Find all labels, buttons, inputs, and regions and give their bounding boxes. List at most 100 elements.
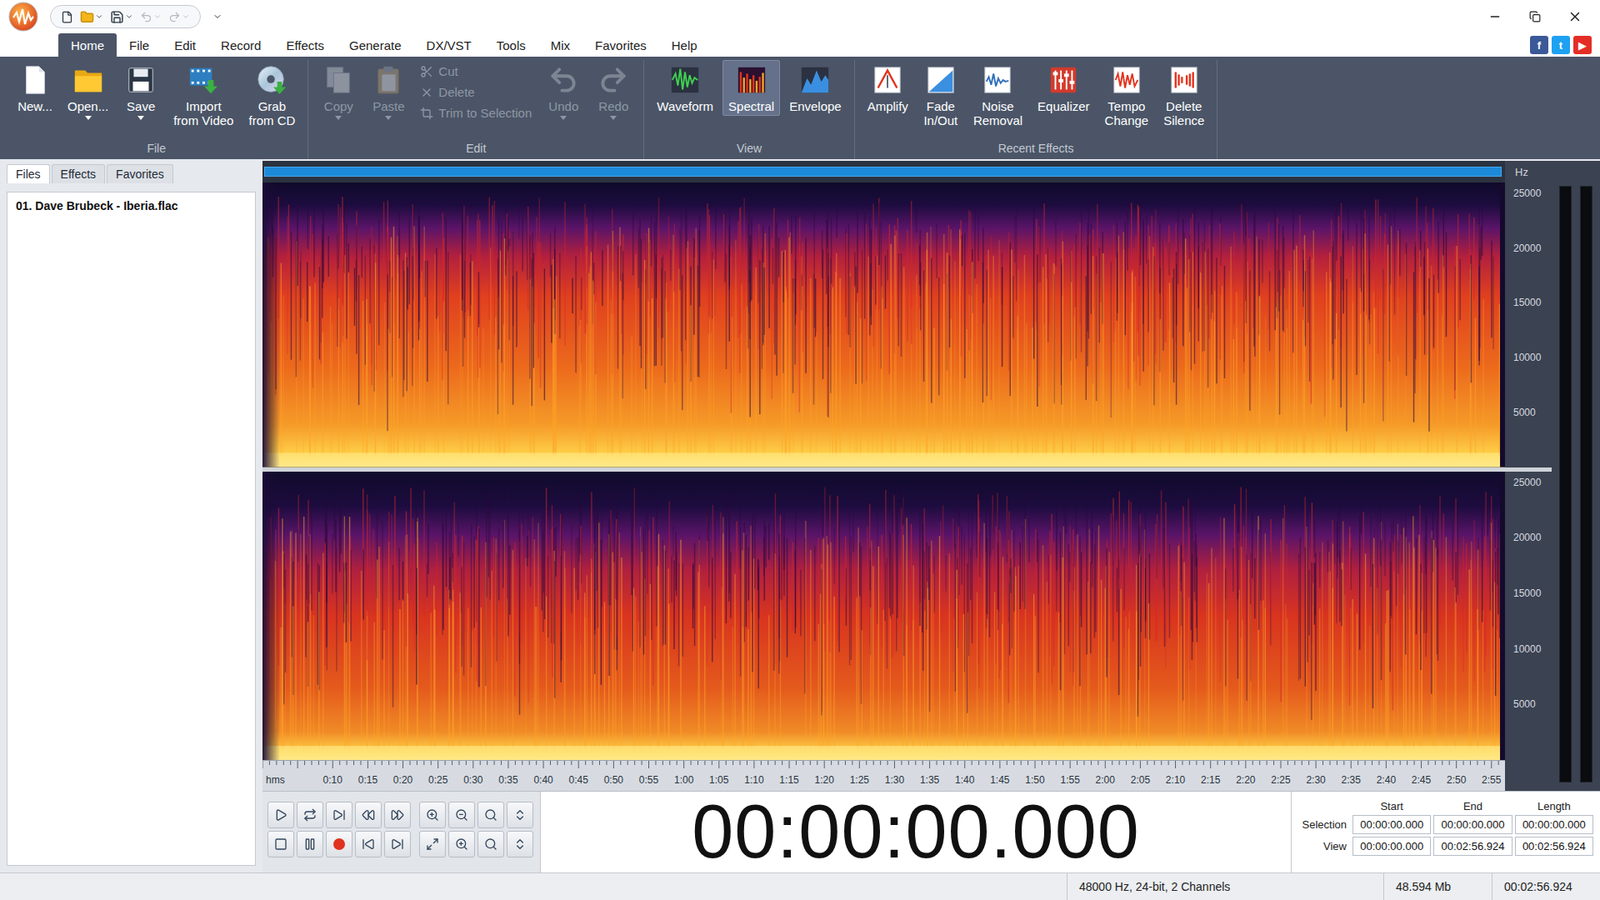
time-field[interactable]: 00:00:00.000 <box>1433 815 1512 835</box>
ribbon-small-button[interactable]: Delete <box>420 84 532 101</box>
ruler-ticks <box>262 760 1505 770</box>
dropdown-arrow-icon[interactable] <box>385 115 392 120</box>
app-logo-icon[interactable] <box>8 1 39 32</box>
zoom-button[interactable] <box>448 830 475 858</box>
transport-button[interactable] <box>355 830 382 858</box>
time-field[interactable]: 00:00:00.000 <box>1352 836 1431 856</box>
ribbon-small-button[interactable]: Cut <box>420 63 532 80</box>
time-ruler[interactable]: hms0:100:150:200:250:300:350:400:450:500… <box>262 760 1505 791</box>
qa-save-button[interactable] <box>110 10 134 25</box>
social-link[interactable]: f <box>1530 35 1549 55</box>
ribbon-button[interactable]: Waveform <box>650 60 720 116</box>
menu-tab[interactable]: File <box>116 33 162 57</box>
ribbon-button[interactable]: Equalizer <box>1031 60 1096 116</box>
dropdown-arrow-icon[interactable] <box>560 115 567 120</box>
menu-tab[interactable]: DX/VST <box>414 33 485 57</box>
time-field[interactable]: 00:02:56.924 <box>1515 836 1594 856</box>
ribbon-button[interactable]: Noise Removal <box>967 60 1029 130</box>
side-tab[interactable]: Favorites <box>106 164 174 184</box>
ribbon-button[interactable]: Open... <box>61 60 115 123</box>
qa-new-button[interactable] <box>60 10 74 24</box>
menu-tab[interactable]: Generate <box>336 33 415 57</box>
qa-undo-button[interactable] <box>140 10 162 24</box>
ribbon-button[interactable]: New... <box>11 60 59 116</box>
dropdown-arrow-icon[interactable] <box>335 115 342 120</box>
social-link[interactable]: t <box>1551 35 1570 55</box>
menu-tab[interactable]: Favorites <box>582 33 660 57</box>
menu-tab[interactable]: Effects <box>273 33 337 57</box>
dropdown-arrow-icon[interactable] <box>85 115 92 120</box>
record-button[interactable] <box>325 830 353 858</box>
menu-tab[interactable]: Record <box>208 33 274 57</box>
amplify-icon <box>871 64 904 96</box>
zoom-button[interactable] <box>419 801 446 829</box>
selection-row-label: Selection <box>1296 818 1350 831</box>
dropdown-arrow-icon[interactable] <box>610 115 617 120</box>
transport-button[interactable] <box>296 801 324 829</box>
dropdown-arrow-icon[interactable] <box>137 115 145 120</box>
menu-tab[interactable]: Edit <box>161 33 209 57</box>
ribbon-button[interactable]: Delete Silence <box>1157 60 1210 130</box>
overview-strip[interactable] <box>262 160 1505 183</box>
envelope-icon <box>799 64 831 96</box>
overview-bar[interactable] <box>264 166 1502 177</box>
transport-button[interactable] <box>355 801 382 829</box>
ribbon-button[interactable]: Spectral <box>722 60 780 116</box>
transport-button[interactable] <box>384 830 411 858</box>
time-field[interactable]: 00:02:56.924 <box>1433 836 1512 856</box>
transport-button[interactable] <box>267 801 295 829</box>
folder-icon <box>80 10 95 25</box>
zoom-button[interactable] <box>477 801 505 829</box>
time-field[interactable]: 00:00:00.000 <box>1352 815 1431 835</box>
spectrogram[interactable] <box>262 471 1505 761</box>
menu-tab[interactable]: Tools <box>484 33 539 57</box>
ribbon-button[interactable]: Redo <box>590 60 637 123</box>
ribbon-button[interactable]: Undo <box>540 60 587 123</box>
menu-tab[interactable]: Mix <box>538 33 583 57</box>
file-item[interactable]: 01. Dave Brubeck - Iberia.flac <box>7 195 255 216</box>
ribbon-button[interactable]: Save <box>117 60 165 123</box>
social-link[interactable]: ▶ <box>1573 35 1592 55</box>
restore-button[interactable] <box>1515 2 1555 31</box>
ruler-label: 1:00 <box>674 774 694 786</box>
zoom-button[interactable] <box>506 830 534 858</box>
ribbon-button[interactable]: Copy <box>315 60 362 123</box>
ruler-label: 2:25 <box>1270 774 1290 786</box>
transport-button[interactable] <box>384 801 411 829</box>
ribbon-button[interactable]: Fade In/Out <box>917 60 965 130</box>
channel-view[interactable] <box>262 471 1505 761</box>
transport-icon <box>361 808 375 822</box>
channel-view[interactable] <box>262 182 1505 472</box>
ribbon-button[interactable]: Paste <box>365 60 412 123</box>
ruler-label: 1:45 <box>990 774 1010 786</box>
qa-open-button[interactable] <box>80 10 104 25</box>
ribbon-button[interactable]: Tempo Change <box>1099 60 1155 130</box>
ribbon-button[interactable]: Amplify <box>861 60 915 116</box>
side-tab[interactable]: Effects <box>51 164 106 184</box>
menu-tab[interactable]: Home <box>58 33 117 57</box>
time-field[interactable]: 00:00:00.000 <box>1515 815 1594 835</box>
minimize-button[interactable] <box>1475 2 1515 31</box>
ruler-label: 0:35 <box>498 774 518 786</box>
ribbon-button[interactable]: Grab from CD <box>242 60 301 130</box>
close-button[interactable] <box>1555 2 1595 31</box>
qa-customize-button[interactable] <box>212 11 223 22</box>
zoom-icon <box>425 808 440 822</box>
zoom-button[interactable] <box>506 801 534 829</box>
spectrogram[interactable] <box>262 182 1505 468</box>
ribbon-button[interactable]: Import from Video <box>167 60 240 130</box>
zoom-icon <box>455 837 469 851</box>
qa-redo-button[interactable] <box>168 10 190 24</box>
zoom-button[interactable] <box>448 801 475 829</box>
transport-button[interactable] <box>267 830 295 858</box>
side-tab[interactable]: Files <box>6 164 50 184</box>
zoom-button[interactable] <box>419 830 446 858</box>
menu-tab[interactable]: Help <box>659 33 710 57</box>
transport-button[interactable] <box>296 830 324 858</box>
transport-button[interactable] <box>325 801 353 829</box>
ribbon-button[interactable]: Envelope <box>783 60 848 116</box>
new-file-icon <box>19 64 51 96</box>
zoom-button[interactable] <box>477 830 505 858</box>
undo-icon <box>140 10 153 24</box>
ribbon-small-button[interactable]: Trim to Selection <box>420 105 532 122</box>
